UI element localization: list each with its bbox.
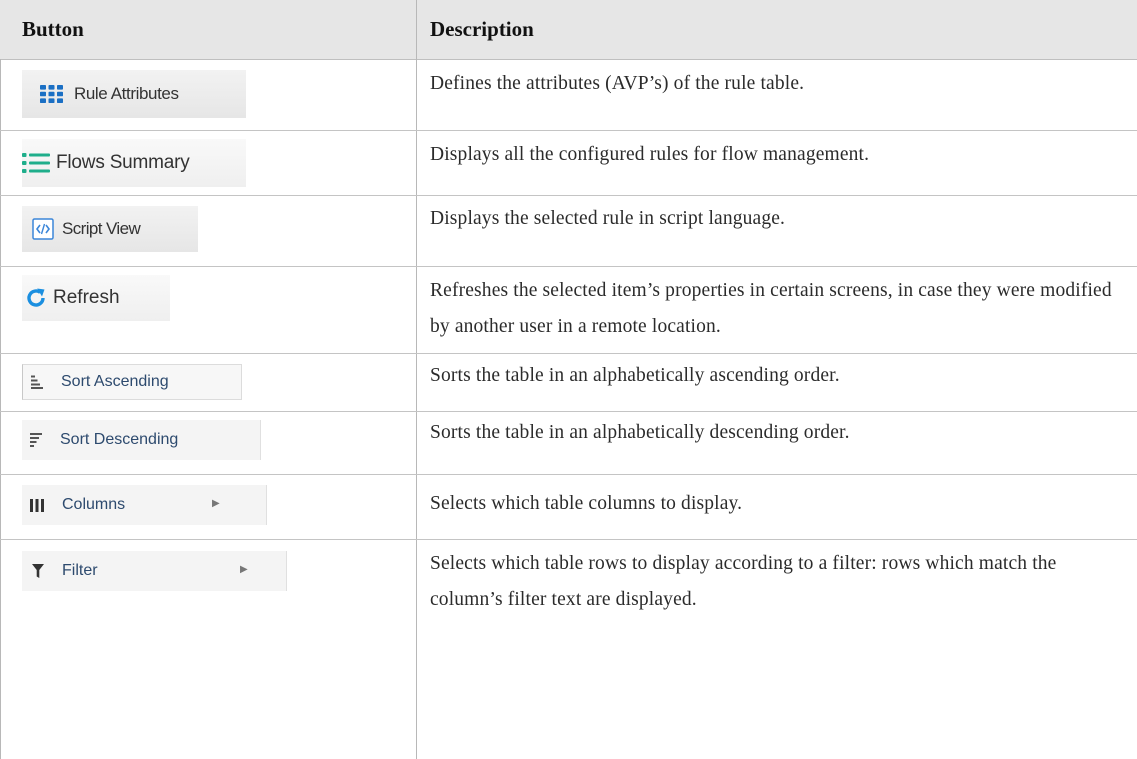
table-row: Columns ▶ Selects which table columns to… — [0, 475, 1137, 540]
row-description: Displays all the configured rules for fl… — [430, 144, 870, 165]
grid-icon — [40, 85, 63, 103]
table-row: Filter ▶ Selects which table rows to dis… — [0, 540, 1137, 759]
table-row: Script View Displays the selected rule i… — [0, 196, 1137, 267]
list-icon — [22, 152, 50, 174]
script-code-icon — [32, 218, 54, 240]
table-row: Sort Ascending Sorts the table in an alp… — [0, 354, 1137, 412]
flows-summary-label: Flows Summary — [56, 152, 190, 173]
filter-icon — [32, 564, 44, 578]
row-description: Displays the selected rule in script lan… — [430, 208, 786, 229]
refresh-icon — [25, 287, 47, 309]
sort-descending-button[interactable]: Sort Descending — [22, 420, 261, 460]
sort-ascending-icon — [31, 375, 44, 389]
submenu-arrow-icon: ▶ — [240, 564, 248, 575]
columns-icon — [30, 498, 44, 512]
table-row: Flows Summary Displays all the configure… — [0, 131, 1137, 196]
columns-label: Columns — [62, 496, 126, 513]
row-description: Refreshes the selected item’s properties… — [430, 280, 1112, 337]
rule-attributes-button[interactable]: Rule Attributes — [22, 70, 246, 118]
row-description: Selects which table rows to display acco… — [430, 553, 1057, 610]
sort-descending-icon — [30, 433, 42, 447]
row-description: Sorts the table in an alphabetically asc… — [430, 365, 840, 386]
filter-button[interactable]: Filter ▶ — [22, 551, 287, 591]
script-view-label: Script View — [62, 219, 141, 238]
table-row: Refresh Refreshes the selected item’s pr… — [0, 267, 1137, 354]
script-view-button[interactable]: Script View — [22, 206, 198, 252]
header-button-column: Button — [22, 17, 84, 41]
table-row: Sort Descending Sorts the table in an al… — [0, 412, 1137, 475]
refresh-button[interactable]: Refresh — [22, 275, 170, 321]
row-description: Defines the attributes (AVP’s) of the ru… — [430, 73, 805, 94]
table-header: Button Description — [0, 0, 1137, 60]
flows-summary-button[interactable]: Flows Summary — [22, 139, 246, 187]
row-description: Selects which table columns to display. — [430, 493, 743, 514]
sort-ascending-button[interactable]: Sort Ascending — [22, 364, 242, 400]
row-description: Sorts the table in an alphabetically des… — [430, 422, 850, 443]
header-description-column: Description — [430, 17, 534, 41]
sort-ascending-label: Sort Ascending — [61, 373, 169, 390]
table-row: Rule Attributes Defines the attributes (… — [0, 59, 1137, 131]
columns-button[interactable]: Columns ▶ — [22, 485, 267, 525]
sort-descending-label: Sort Descending — [60, 431, 179, 448]
filter-label: Filter — [62, 562, 98, 579]
rule-attributes-label: Rule Attributes — [74, 84, 179, 103]
submenu-arrow-icon: ▶ — [212, 498, 220, 509]
refresh-label: Refresh — [53, 287, 120, 308]
